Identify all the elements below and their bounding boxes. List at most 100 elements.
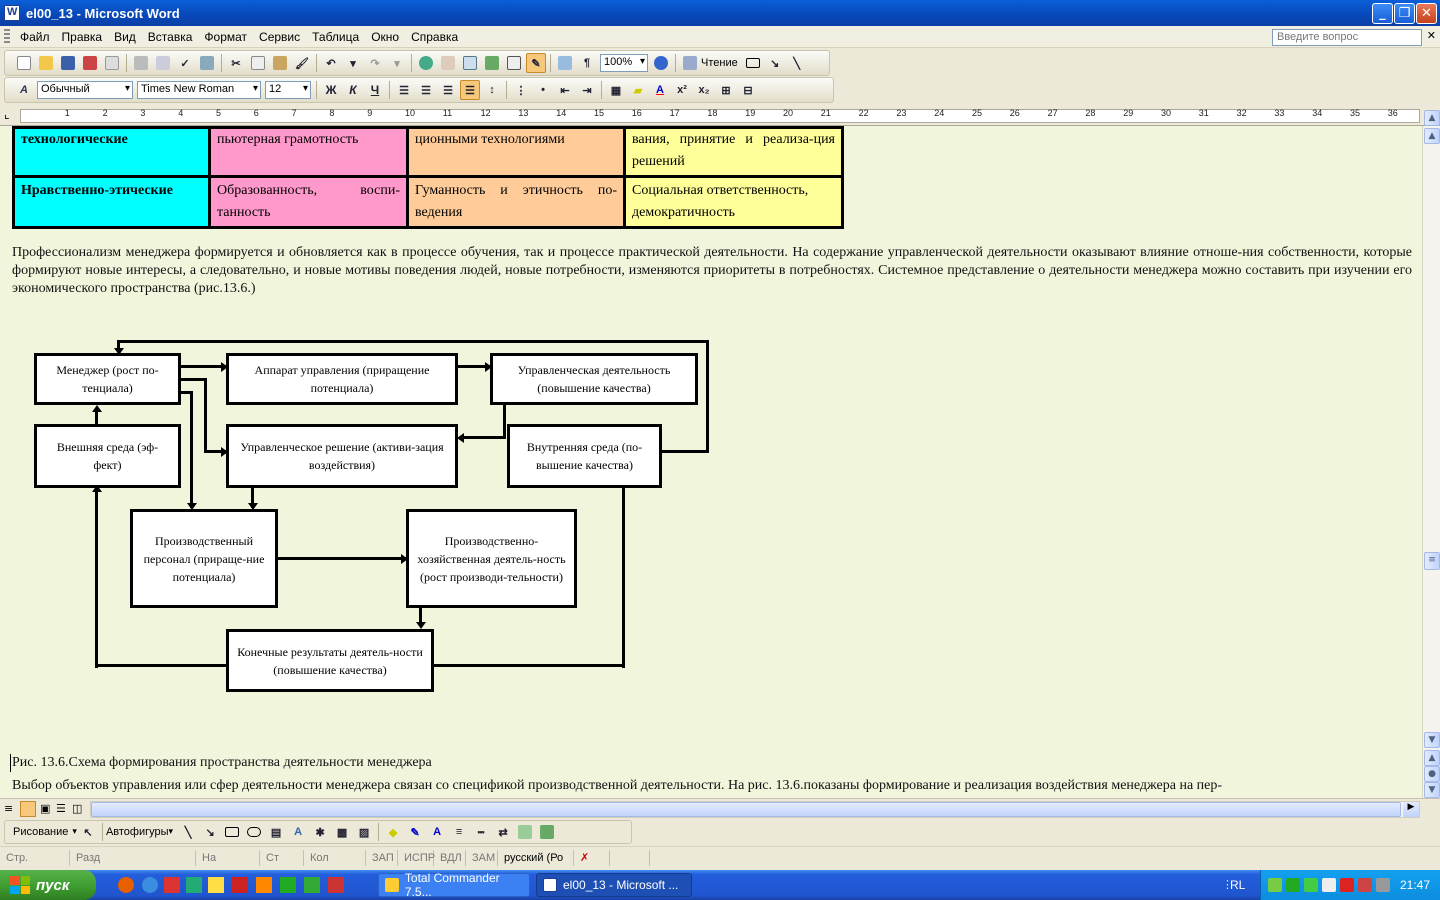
scroll-up-icon[interactable]: ▲ (1424, 110, 1440, 126)
menu-help[interactable]: Справка (405, 30, 464, 44)
close-button[interactable]: ✕ (1416, 3, 1437, 24)
font-color-icon[interactable]: A (650, 80, 670, 100)
quicklaunch-icon[interactable] (328, 877, 344, 893)
align-right-icon[interactable]: ☰ (438, 80, 458, 100)
menu-edit[interactable]: Правка (56, 30, 109, 44)
undo-dropdown-icon[interactable]: ▾ (343, 53, 363, 73)
columns-icon[interactable] (504, 53, 524, 73)
superscript-icon[interactable]: x² (672, 80, 692, 100)
print-icon[interactable] (131, 53, 151, 73)
word-app-icon[interactable] (4, 5, 20, 21)
align-center-icon[interactable]: ☰ (416, 80, 436, 100)
menu-tools[interactable]: Сервис (253, 30, 306, 44)
reading-view-icon[interactable]: ◫ (72, 802, 82, 815)
menu-table[interactable]: Таблица (306, 30, 365, 44)
task-word[interactable]: el00_13 - Microsoft ... (536, 873, 692, 897)
permission-icon[interactable] (80, 53, 100, 73)
zoom-select[interactable]: 100% (600, 54, 648, 72)
menu-grip[interactable] (4, 28, 10, 45)
firefox-icon[interactable] (118, 877, 134, 893)
dash-style-icon[interactable]: ┅ (471, 822, 491, 842)
insert-table-icon[interactable] (460, 53, 480, 73)
underline-button[interactable]: Ч (365, 80, 385, 100)
redo-icon[interactable]: ↷ (365, 53, 385, 73)
tray-icon[interactable] (1375, 878, 1390, 892)
rectangle-icon[interactable] (222, 822, 242, 842)
table-grid-icon[interactable]: ⊟ (738, 80, 758, 100)
line-spacing-icon[interactable]: ↕ (482, 80, 502, 100)
drawing-menu[interactable]: Рисование (13, 826, 68, 838)
oval-icon[interactable] (244, 822, 264, 842)
quicklaunch-icon[interactable] (186, 877, 202, 893)
table-insert-icon[interactable]: ⊞ (716, 80, 736, 100)
paste-icon[interactable] (270, 53, 290, 73)
increase-indent-icon[interactable]: ⇥ (577, 80, 597, 100)
web-layout-view-icon[interactable]: ▣ (40, 802, 50, 815)
document-map-icon[interactable] (555, 53, 575, 73)
help-icon[interactable] (651, 53, 671, 73)
task-total-commander[interactable]: Total Commander 7.5... (378, 871, 530, 899)
justify-icon[interactable]: ☰ (460, 80, 480, 100)
minimize-button[interactable]: _ (1372, 3, 1393, 24)
scroll-up-button[interactable]: ▲ (1424, 128, 1440, 144)
quicklaunch-icon[interactable] (304, 877, 320, 893)
subscript-icon[interactable]: x₂ (694, 80, 714, 100)
menu-window[interactable]: Окно (365, 30, 405, 44)
font-color-drawing-icon[interactable]: A (427, 822, 447, 842)
insert-excel-icon[interactable] (482, 53, 502, 73)
status-track[interactable]: ИСПР (398, 849, 435, 866)
font-select[interactable]: Times New Roman (137, 81, 261, 99)
quicklaunch-icon[interactable] (164, 877, 180, 893)
numbering-icon[interactable]: ⋮ (511, 80, 531, 100)
start-button[interactable]: пуск (0, 870, 96, 900)
menu-view[interactable]: Вид (108, 30, 142, 44)
diagram-icon[interactable]: ✱ (310, 822, 330, 842)
restore-button[interactable]: ❐ (1394, 3, 1415, 24)
menu-format[interactable]: Формат (198, 30, 253, 44)
read-mode-label[interactable]: Чтение (701, 57, 738, 69)
horizontal-scroll-thumb[interactable] (91, 802, 1401, 817)
line-tool-icon[interactable]: ╲ (787, 53, 807, 73)
browse-object-icon[interactable]: ● (1424, 766, 1440, 782)
redo-dropdown-icon[interactable]: ▾ (387, 53, 407, 73)
styles-pane-icon[interactable]: A (14, 80, 34, 100)
scroll-right-icon[interactable]: ▶ (1403, 802, 1419, 817)
show-formatting-icon[interactable]: ¶ (577, 53, 597, 73)
cut-icon[interactable]: ✂ (226, 53, 246, 73)
vertical-scrollbar[interactable]: ▲ ▲ ≡ ▼ ▲ ● ▼ (1422, 110, 1440, 798)
picture-icon[interactable]: ▨ (354, 822, 374, 842)
ati-icon[interactable] (1339, 878, 1354, 892)
status-overtype[interactable]: ЗАМ (466, 849, 498, 866)
menu-file[interactable]: Файл (14, 30, 56, 44)
line-style-icon[interactable]: ≡ (449, 822, 469, 842)
clipart-icon[interactable]: ▩ (332, 822, 352, 842)
scroll-thumb[interactable]: ≡ (1424, 552, 1440, 570)
copy-icon[interactable] (248, 53, 268, 73)
print-layout-view-icon[interactable] (20, 801, 36, 817)
bold-button[interactable]: Ж (321, 80, 341, 100)
align-left-icon[interactable]: ☰ (394, 80, 414, 100)
arrow-tool-icon[interactable]: ↘ (765, 53, 785, 73)
menu-insert[interactable]: Вставка (142, 30, 199, 44)
fill-color-icon[interactable]: ◆ (383, 822, 403, 842)
open-icon[interactable] (36, 53, 56, 73)
horizontal-scrollbar[interactable]: ▶ (90, 801, 1420, 818)
outline-view-icon[interactable]: ☰ (56, 802, 66, 815)
tray-icon[interactable] (1357, 878, 1372, 892)
scroll-down-button[interactable]: ▼ (1424, 732, 1440, 748)
bullets-icon[interactable]: • (533, 80, 553, 100)
tables-borders-icon[interactable] (438, 53, 458, 73)
drawing-toggle-icon[interactable]: ✎ (526, 53, 546, 73)
format-painter-icon[interactable]: 🖌 (292, 53, 312, 73)
status-extend[interactable]: ВДЛ (434, 849, 466, 866)
autoshapes-menu[interactable]: Автофигуры (106, 826, 169, 838)
font-size-select[interactable]: 12 (265, 81, 311, 99)
select-objects-icon[interactable]: ↖ (78, 822, 98, 842)
undo-icon[interactable]: ↶ (321, 53, 341, 73)
document-area[interactable]: технологические пьютерная грамотность ци… (0, 126, 1422, 798)
spelling-status-icon[interactable]: ✗ (574, 849, 610, 866)
tray-icon[interactable] (1303, 878, 1318, 892)
shadow-icon[interactable] (515, 822, 535, 842)
previous-page-icon[interactable]: ▲ (1424, 750, 1440, 766)
research-icon[interactable] (197, 53, 217, 73)
